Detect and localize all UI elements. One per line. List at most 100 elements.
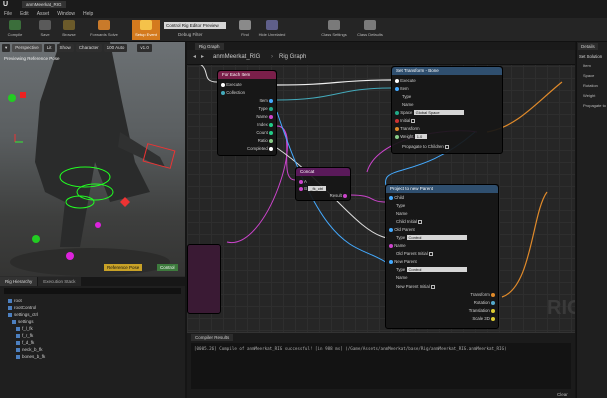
type-pin-icon[interactable]: [269, 106, 273, 111]
tree-item[interactable]: settings_ctrl: [8, 312, 38, 317]
forward-arrow-icon[interactable]: ▸: [201, 53, 204, 60]
ratio-pin-icon[interactable]: [269, 138, 273, 143]
clear-button[interactable]: Clear: [557, 392, 568, 397]
bone-icon: [8, 305, 12, 310]
item-pin-icon[interactable]: [269, 98, 273, 103]
speed-button[interactable]: v1.0: [137, 44, 152, 52]
count-pin-icon[interactable]: [269, 130, 273, 135]
new-parent-initial-checkbox[interactable]: [430, 284, 435, 289]
browse-button[interactable]: Browse: [56, 20, 82, 40]
class-settings-button[interactable]: Class Settings: [318, 20, 350, 40]
setup-event-button[interactable]: Setup Event: [132, 20, 160, 40]
concat-b-field[interactable]: _fk_ctrl: [308, 186, 327, 191]
menu-help[interactable]: Help: [83, 11, 93, 17]
reference-pose-button[interactable]: Reference Pose: [104, 264, 143, 271]
old-parent-initial-checkbox[interactable]: [428, 251, 433, 256]
tree-item[interactable]: root: [8, 298, 22, 303]
menu-window[interactable]: Window: [57, 11, 75, 17]
completed-pin-icon[interactable]: [269, 146, 273, 151]
weight-pin-icon[interactable]: [395, 134, 399, 139]
menu-edit[interactable]: Edit: [20, 11, 29, 17]
hide-unrelated-icon: [266, 20, 278, 30]
child-pin-icon[interactable]: [389, 195, 393, 200]
tab-execution-stack[interactable]: Execution Stack: [38, 277, 81, 286]
rig-graph-canvas[interactable]: RIG For Each Item Execute Collection Ite…: [187, 42, 575, 332]
weight-field[interactable]: 1.0: [414, 134, 427, 139]
set-transform-bone-node[interactable]: Set Transform - Bone Execute Item Type N…: [391, 66, 503, 154]
space-pin-icon[interactable]: [395, 110, 399, 115]
new-parent-pin-icon[interactable]: [389, 259, 393, 264]
forwards-solve-button[interactable]: Forwards Solve: [86, 20, 122, 40]
save-button[interactable]: Save: [32, 20, 58, 40]
perspective-button[interactable]: Perspective: [12, 44, 42, 52]
lit-button[interactable]: Lit: [43, 44, 55, 52]
translation-out-pin-icon[interactable]: [491, 308, 495, 313]
tree-item[interactable]: bones_b_fk: [16, 354, 45, 359]
old-parent-pin-icon[interactable]: [389, 227, 393, 232]
character-button[interactable]: Character: [75, 44, 102, 52]
bone-icon: [16, 326, 20, 331]
collection-pin-icon[interactable]: [221, 90, 225, 95]
child-initial-checkbox[interactable]: [418, 219, 423, 224]
window-title[interactable]: anmMeerkat_RIG: [22, 1, 66, 8]
partial-node[interactable]: [187, 244, 221, 314]
lod-button[interactable]: 100 Auto: [103, 44, 128, 52]
exec-pin-icon[interactable]: [221, 82, 225, 87]
result-pin-icon[interactable]: [343, 193, 347, 198]
tab-details[interactable]: Details: [578, 43, 598, 50]
new-parent-type-select[interactable]: Control: [406, 267, 467, 272]
setup-event-icon: [140, 20, 152, 30]
compiler-log: [0005.26] Compile of anmMeerkat_RIG succ…: [191, 343, 571, 389]
concat-node[interactable]: Concat A B _fk_ctrl Result: [295, 167, 351, 201]
breadcrumb-current[interactable]: Rig Graph: [279, 54, 306, 60]
tab-rig-graph[interactable]: Rig Graph: [195, 43, 224, 50]
tree-item[interactable]: f_d_fk: [16, 340, 34, 345]
browse-icon: [63, 20, 75, 30]
initial-checkbox[interactable]: [411, 118, 416, 123]
details-panel: Details Set Solution Item Space Rotation…: [576, 42, 607, 398]
back-arrow-icon[interactable]: ◂: [193, 53, 196, 60]
viewport-menu-icon[interactable]: ▾: [2, 44, 11, 52]
index-pin-icon[interactable]: [269, 122, 273, 127]
find-button[interactable]: Find: [232, 20, 258, 40]
menu-asset[interactable]: Asset: [37, 11, 50, 17]
tree-item[interactable]: rootControl: [8, 305, 36, 310]
menu-bar: File Edit Asset Window Help: [0, 10, 607, 18]
old-parent-type-select[interactable]: Control: [406, 235, 467, 240]
project-to-new-parent-node[interactable]: Project to new Parent Child Type Name Ch…: [385, 184, 499, 329]
tree-item[interactable]: f_r_fk: [16, 333, 33, 338]
bone-icon: [16, 340, 20, 345]
item-pin-icon[interactable]: [395, 86, 399, 91]
preview-dropdown[interactable]: Control Rig Editor Preview: [164, 22, 226, 29]
b-pin-icon[interactable]: [299, 186, 303, 191]
space-select[interactable]: Global Space: [413, 110, 464, 115]
transform-pin-icon[interactable]: [395, 126, 399, 131]
exec-pin-icon[interactable]: [395, 78, 399, 83]
initial-pin-icon[interactable]: [395, 118, 399, 123]
details-prop: Propagate to: [583, 103, 606, 108]
control-button[interactable]: Control: [157, 264, 178, 271]
rotation-out-pin-icon[interactable]: [491, 300, 495, 305]
debug-filter-label: Debug Filter: [178, 32, 203, 37]
a-pin-icon[interactable]: [299, 179, 303, 184]
preview-viewport[interactable]: ▾ Perspective Lit Show Character 100 Aut…: [0, 42, 185, 276]
compile-button[interactable]: Compile: [2, 20, 28, 40]
for-each-item-node[interactable]: For Each Item Execute Collection Item Ty…: [217, 70, 277, 156]
propagate-checkbox[interactable]: [445, 144, 450, 149]
transform-out-pin-icon[interactable]: [491, 292, 495, 297]
tab-compiler-results[interactable]: Compiler Results: [191, 334, 234, 341]
hierarchy-search-input[interactable]: [4, 288, 181, 294]
hide-unrelated-button[interactable]: Hide Unrelated: [256, 20, 288, 40]
menu-file[interactable]: File: [4, 11, 12, 17]
tree-item[interactable]: neck_b_fk: [16, 347, 43, 352]
tree-item[interactable]: f_l_fk: [16, 326, 33, 331]
old-parent-name-pin-icon[interactable]: [389, 243, 393, 248]
tab-rig-hierarchy[interactable]: Rig Hierarchy: [0, 277, 38, 286]
breadcrumb-root[interactable]: anmMeerkat_RIG: [213, 54, 260, 60]
tree-item[interactable]: settings: [12, 319, 34, 324]
class-defaults-button[interactable]: Class Defaults: [354, 20, 386, 40]
name-pin-icon[interactable]: [269, 114, 273, 119]
scale-out-pin-icon[interactable]: [491, 316, 495, 321]
node-title: For Each Item: [218, 71, 276, 79]
show-button[interactable]: Show: [56, 44, 74, 52]
